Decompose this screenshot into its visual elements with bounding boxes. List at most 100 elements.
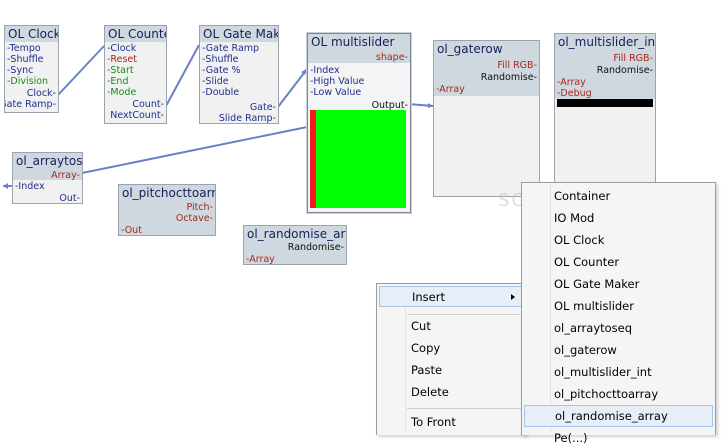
- module-ol-gaterow[interactable]: ol_gaterow Fill RGB- Randomise- -Array: [433, 40, 540, 197]
- submenu-item-ol-clock[interactable]: OL Clock: [522, 230, 715, 250]
- module-ol-arraytoseq[interactable]: ol_arraytoseq Array- -Index Out-: [12, 152, 83, 204]
- port-shuffle[interactable]: -Shuffle: [202, 54, 239, 65]
- port-sync[interactable]: -Sync: [7, 65, 33, 76]
- port-index[interactable]: -Index: [310, 65, 340, 76]
- menu-separator: [407, 314, 523, 315]
- port-fill-rgb-out[interactable]: Fill RGB-: [613, 53, 653, 64]
- menu-item-label: Pe(...): [554, 431, 588, 445]
- port-gate-ramp[interactable]: -Gate Ramp: [202, 43, 259, 54]
- menu-item-paste[interactable]: Paste: [377, 360, 525, 380]
- port-gate-out[interactable]: Gate-: [250, 102, 276, 113]
- menu-item-label: Delete: [411, 385, 449, 399]
- menu-item-label: ol_pitchocttoarray: [554, 387, 659, 401]
- port-debug[interactable]: -Debug: [557, 88, 592, 99]
- menu-item-label: Cut: [411, 319, 431, 333]
- submenu-item-ol-multislider-int[interactable]: ol_multislider_int: [522, 362, 715, 382]
- menu-item-label: OL Gate Maker: [554, 277, 640, 291]
- submenu-item-ol-multislider[interactable]: OL multislider: [522, 296, 715, 316]
- port-slide-ramp-out[interactable]: Slide Ramp-: [219, 113, 276, 123]
- port-out[interactable]: Out-: [59, 193, 80, 203]
- port-array-out[interactable]: Array-: [51, 170, 80, 181]
- menu-item-insert[interactable]: Insert: [379, 286, 523, 307]
- wire-multislider-to-arraytoseq: [81, 126, 308, 174]
- port-gate-percent[interactable]: -Gate %: [202, 65, 241, 76]
- port-tempo[interactable]: -Tempo: [7, 43, 41, 54]
- menu-item-label: IO Mod: [554, 211, 595, 225]
- module-title[interactable]: OL Counter: [105, 26, 166, 42]
- port-count-out[interactable]: Count-: [132, 99, 164, 110]
- port-start[interactable]: -Start: [107, 65, 134, 76]
- port-shape-out[interactable]: shape-: [376, 52, 408, 63]
- submenu-item-ol-gate-maker[interactable]: OL Gate Maker: [522, 274, 715, 294]
- menu-item-label: OL multislider: [554, 299, 634, 313]
- module-title[interactable]: OL Gate Maker: [200, 26, 278, 42]
- port-randomise-out[interactable]: Randomise-: [481, 72, 537, 83]
- wire-multislider-to-gaterow: [407, 103, 434, 107]
- port-randomise-out[interactable]: Randomise-: [597, 65, 653, 76]
- port-shuffle[interactable]: -Shuffle: [7, 54, 44, 65]
- submenu-item-ol-counter[interactable]: OL Counter: [522, 252, 715, 272]
- multislider-display[interactable]: [310, 110, 406, 208]
- multislider-int-display[interactable]: [557, 99, 653, 107]
- submenu-item-ol-gaterow[interactable]: ol_gaterow: [522, 340, 715, 360]
- menu-item-copy[interactable]: Copy: [377, 338, 525, 358]
- insert-submenu[interactable]: Container IO Mod OL Clock OL Counter OL …: [521, 182, 716, 445]
- port-reset[interactable]: -Reset: [107, 54, 137, 65]
- module-ol-gate-maker[interactable]: OL Gate Maker -Gate Ramp -Shuffle -Gate …: [199, 25, 279, 124]
- wire-clock-to-counter: [57, 45, 105, 96]
- menu-item-label: ol_gaterow: [554, 343, 617, 357]
- menu-item-label: Container: [554, 189, 611, 203]
- module-ol-multislider-int[interactable]: ol_multislider_int Fill RGB- Randomise- …: [554, 33, 656, 188]
- port-low-value[interactable]: -Low Value: [310, 87, 361, 98]
- port-high-value[interactable]: -High Value: [310, 76, 364, 87]
- port-out-in[interactable]: -Out: [121, 225, 142, 235]
- submenu-item-ol-arraytoseq[interactable]: ol_arraytoseq: [522, 318, 715, 338]
- port-nextcount-out[interactable]: NextCount-: [110, 110, 164, 121]
- submenu-item-io-mod[interactable]: IO Mod: [522, 208, 715, 228]
- submenu-item-more[interactable]: Pe(...): [522, 428, 715, 448]
- port-gate-ramp-out[interactable]: Gate Ramp-: [5, 99, 56, 110]
- port-slide[interactable]: -Slide: [202, 76, 229, 87]
- slider-bar[interactable]: [310, 110, 316, 208]
- port-pitch-out[interactable]: Pitch-: [186, 202, 213, 213]
- module-title[interactable]: OL Clock: [5, 26, 58, 42]
- module-ol-randomise-array[interactable]: ol_randomise_array Randomise- -Array: [243, 225, 347, 265]
- submenu-item-ol-randomise-array[interactable]: ol_randomise_array: [524, 405, 713, 427]
- port-end[interactable]: -End: [107, 76, 128, 87]
- module-ol-counter[interactable]: OL Counter -Clock -Reset -Start -End -Mo…: [104, 25, 167, 124]
- wire-gatemaker-to-multislider: [277, 68, 308, 108]
- menu-item-label: OL Counter: [554, 255, 620, 269]
- port-division[interactable]: -Division: [7, 76, 48, 87]
- menu-item-label: ol_arraytoseq: [554, 321, 633, 335]
- port-clock[interactable]: -Clock: [107, 43, 136, 54]
- context-menu[interactable]: Insert Cut Copy Paste Delete To Front: [376, 283, 526, 435]
- port-array[interactable]: -Array: [246, 254, 275, 264]
- chevron-right-icon: [511, 294, 515, 300]
- port-array[interactable]: -Array: [557, 77, 586, 88]
- port-octave-out[interactable]: Octave-: [176, 213, 213, 224]
- module-ol-clock[interactable]: OL Clock -Tempo -Shuffle -Sync -Division…: [4, 25, 59, 113]
- menu-item-label: Insert: [412, 290, 445, 304]
- port-fill-rgb-out[interactable]: Fill RGB-: [497, 60, 537, 71]
- module-ol-multislider[interactable]: OL multislider shape- -Index -High Value…: [307, 33, 411, 213]
- menu-item-label: ol_randomise_array: [555, 409, 668, 423]
- port-clock-out[interactable]: Clock-: [27, 88, 56, 99]
- module-ol-pitchocttoarray[interactable]: ol_pitchocttoarray Pitch- Octave- -Out: [118, 184, 216, 236]
- port-mode[interactable]: -Mode: [107, 87, 136, 98]
- menu-item-cut[interactable]: Cut: [377, 316, 525, 336]
- port-double[interactable]: -Double: [202, 87, 239, 98]
- port-randomise-out[interactable]: Randomise-: [288, 242, 344, 253]
- menu-item-label: ol_multislider_int: [554, 365, 652, 379]
- menu-item-label: Paste: [411, 363, 443, 377]
- menu-separator: [407, 408, 523, 409]
- submenu-item-container[interactable]: Container: [522, 186, 715, 206]
- menu-item-label: To Front: [411, 415, 456, 429]
- port-array[interactable]: -Array: [436, 84, 465, 95]
- port-index[interactable]: -Index: [15, 181, 45, 192]
- menu-item-delete[interactable]: Delete: [377, 382, 525, 402]
- menu-item-to-front[interactable]: To Front: [377, 412, 525, 432]
- menu-item-label: OL Clock: [554, 233, 605, 247]
- wire-counter-to-gatemaker: [165, 44, 200, 107]
- menu-item-label: Copy: [411, 341, 441, 355]
- submenu-item-ol-pitchocttoarray[interactable]: ol_pitchocttoarray: [522, 384, 715, 404]
